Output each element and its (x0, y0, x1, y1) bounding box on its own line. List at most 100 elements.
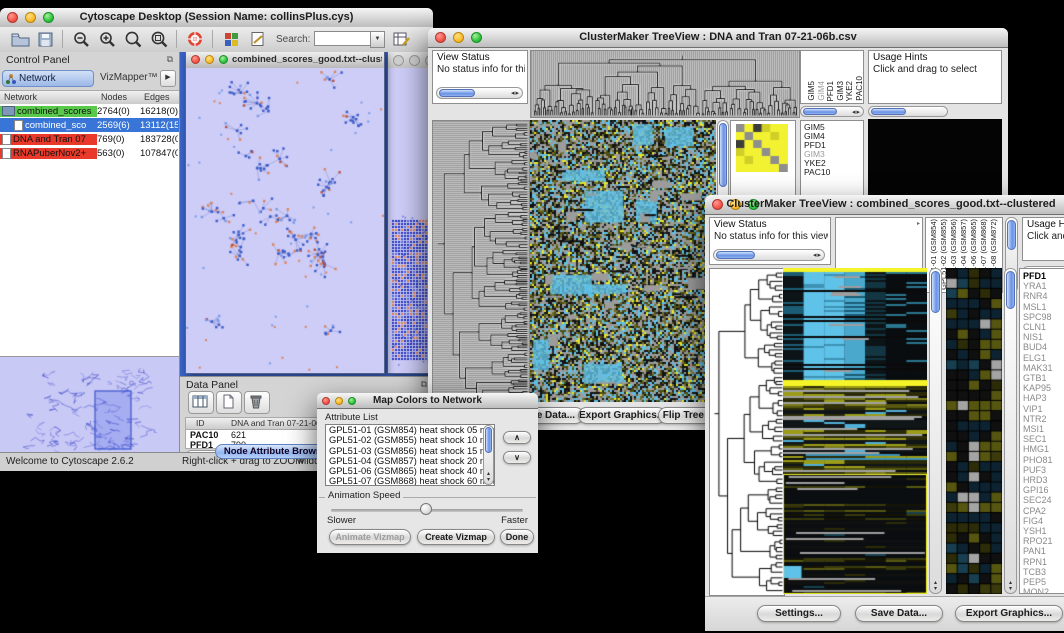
tv2-row-label[interactable]: VIP1 (1020, 404, 1064, 414)
save-icon[interactable] (34, 29, 58, 50)
new-attribute-icon[interactable] (216, 391, 242, 414)
zoom-in-icon[interactable] (96, 29, 120, 50)
tv2-row-label[interactable]: CPA2 (1020, 506, 1064, 516)
tv2-row-label[interactable]: SEC24 (1020, 495, 1064, 505)
tv2-row-label[interactable]: MON2 (1020, 587, 1064, 594)
network-view-2-titlebar[interactable] (388, 52, 433, 69)
tv2-row-label[interactable]: GTB1 (1020, 373, 1064, 383)
export-graphics-button[interactable]: Export Graphics... (955, 605, 1063, 622)
view-status-hscrollbar[interactable]: ◂▸ (713, 249, 825, 261)
tv2-row-label[interactable]: GPI16 (1020, 485, 1064, 495)
network-canvas[interactable] (186, 68, 384, 373)
tv1-heatmap-canvas[interactable] (530, 120, 716, 402)
open-file-button[interactable] (8, 29, 32, 50)
network-table-row[interactable]: RNAPuberNov2+563(0)107847(0) (0, 146, 179, 160)
tv2-row-label[interactable]: BUD4 (1020, 342, 1064, 352)
tv2-row-label[interactable]: CLN1 (1020, 322, 1064, 332)
tv2-heatmap-canvas[interactable] (783, 268, 927, 594)
tv2-row-label[interactable]: PAN1 (1020, 546, 1064, 556)
done-button[interactable]: Done (500, 529, 534, 545)
network-overview-canvas[interactable] (0, 357, 178, 459)
dialog-titlebar[interactable]: Map Colors to Network (317, 393, 538, 409)
tv2-row-label[interactable]: PFD1 (1020, 271, 1064, 281)
tv2-row-label[interactable]: YSH1 (1020, 526, 1064, 536)
zoom-window-button[interactable] (219, 55, 228, 64)
tv1-column-labels-hscrollbar[interactable]: ◂▸ (800, 106, 864, 117)
save-data-button[interactable]: Save Data... (855, 605, 943, 622)
move-down-button[interactable]: ∨ (503, 451, 531, 464)
tv2-row-label[interactable]: RNR4 (1020, 291, 1064, 301)
tv2-heatmap-vscrollbar[interactable]: ▴▾ (929, 268, 942, 594)
network-view-1-titlebar[interactable]: combined_scores_good.txt--cluste... (186, 52, 384, 69)
tv2-row-labels-vscrollbar[interactable]: ▴▾ (1004, 268, 1017, 594)
export-graphics-button[interactable]: Export Graphics... (578, 407, 666, 424)
tab-vizmapper[interactable]: VizMapper™ (100, 72, 158, 83)
tv1-column-dendrogram-canvas[interactable] (530, 50, 800, 118)
animation-speed-slider-thumb[interactable] (420, 503, 432, 515)
tv2-row-label[interactable]: HAP3 (1020, 393, 1064, 403)
close-button[interactable] (393, 55, 404, 66)
tv1-usage-hints-hscrollbar[interactable] (868, 106, 948, 117)
tv2-row-label[interactable]: MSI1 (1020, 424, 1064, 434)
tv2-row-label[interactable]: FIG4 (1020, 516, 1064, 526)
attribute-list-vscrollbar[interactable]: ▴▾ (483, 425, 494, 485)
expand-arrow-icon[interactable]: ▸ (917, 220, 920, 227)
attribute-list[interactable]: GPL51-01 (GSM854) heat shock 05 minGPL51… (325, 424, 495, 486)
minimize-button[interactable] (205, 55, 214, 64)
settings-button[interactable]: Settings... (757, 605, 841, 622)
tv2-row-label[interactable]: RPN1 (1020, 557, 1064, 567)
tv2-row-label[interactable]: NIS1 (1020, 332, 1064, 342)
tv2-row-label[interactable]: PHO81 (1020, 455, 1064, 465)
tv2-row-label[interactable]: NTR2 (1020, 414, 1064, 424)
tv2-row-label[interactable]: KAP95 (1020, 383, 1064, 393)
tv2-row-label[interactable]: HMG1 (1020, 444, 1064, 454)
tv2-row-label[interactable]: HRD3 (1020, 475, 1064, 485)
move-up-button[interactable]: ∧ (503, 431, 531, 444)
tv2-row-label[interactable]: YRA1 (1020, 281, 1064, 291)
zoom-selected-icon[interactable] (148, 29, 172, 50)
delete-attribute-icon[interactable] (244, 391, 270, 414)
data-panel-float-icon[interactable]: ⧉ (421, 379, 427, 390)
network-view-window-1[interactable]: combined_scores_good.txt--cluste... (185, 52, 385, 374)
tv2-row-dendrogram-canvas[interactable] (709, 268, 785, 596)
network-table-row[interactable]: combined_sco2569(6)13112(15) (0, 118, 179, 132)
tab-overflow-arrow[interactable]: ▶ (160, 70, 176, 87)
attribute-list-item[interactable]: GPL51-01 (GSM854) heat shock 05 min (326, 425, 494, 435)
tv2-row-label[interactable]: ELG1 (1020, 353, 1064, 363)
annotation-icon[interactable] (246, 29, 270, 50)
tv1-correlation-matrix-canvas[interactable] (736, 124, 788, 172)
tv1-row-label[interactable]: PAC10 (801, 168, 863, 177)
network-view-window-2[interactable] (387, 52, 433, 374)
zoom-fit-icon[interactable] (122, 29, 146, 50)
network-canvas-2[interactable] (388, 68, 433, 373)
attribute-list-item[interactable]: GPL51-07 (GSM868) heat shock 60 min (326, 476, 494, 486)
network-table-row[interactable]: combined_scores2764(0)16218(0) (0, 104, 179, 118)
attribute-list-item[interactable]: GPL51-06 (GSM865) heat shock 40 min (326, 466, 494, 476)
animate-vizmap-button[interactable]: Animate Vizmap (329, 529, 411, 545)
tv1-titlebar[interactable]: ClusterMaker TreeView : DNA and Tran 07-… (428, 28, 1008, 48)
attribute-list-item[interactable]: GPL51-03 (GSM856) heat shock 15 min (326, 446, 494, 456)
tv2-row-label[interactable]: RPO21 (1020, 536, 1064, 546)
tv2-titlebar[interactable]: ClusterMaker TreeView : combined_scores_… (705, 195, 1064, 215)
select-attributes-icon[interactable] (188, 391, 214, 414)
close-button[interactable] (191, 55, 200, 64)
view-status-hscrollbar[interactable]: ◂▸ (436, 87, 523, 99)
search-dropdown-icon[interactable]: ▼ (370, 31, 385, 48)
attribute-list-item[interactable]: GPL51-04 (GSM857) heat shock 20 min (326, 456, 494, 466)
tv2-detail-heatmap-canvas[interactable] (946, 268, 1002, 594)
control-panel-float-icon[interactable]: ⧉ (167, 54, 173, 65)
minimize-button[interactable] (409, 55, 420, 66)
tab-network[interactable]: Network (2, 70, 94, 87)
tv2-row-label[interactable]: PUF3 (1020, 465, 1064, 475)
attribute-list-item[interactable]: GPL51-02 (GSM855) heat shock 10 min (326, 435, 494, 445)
vizmap-icon[interactable] (220, 29, 244, 50)
tv2-row-label[interactable]: TCB3 (1020, 567, 1064, 577)
tv2-row-label[interactable]: SEC1 (1020, 434, 1064, 444)
tv1-row-dendrogram-canvas[interactable] (432, 120, 530, 404)
tv2-row-label[interactable]: MAK31 (1020, 363, 1064, 373)
tv2-row-label[interactable]: SPC98 (1020, 312, 1064, 322)
zoom-out-icon[interactable] (70, 29, 94, 50)
attribute-editor-icon[interactable] (390, 29, 414, 50)
help-lifering-icon[interactable] (184, 29, 208, 50)
tv2-row-label[interactable]: PEP5 (1020, 577, 1064, 587)
